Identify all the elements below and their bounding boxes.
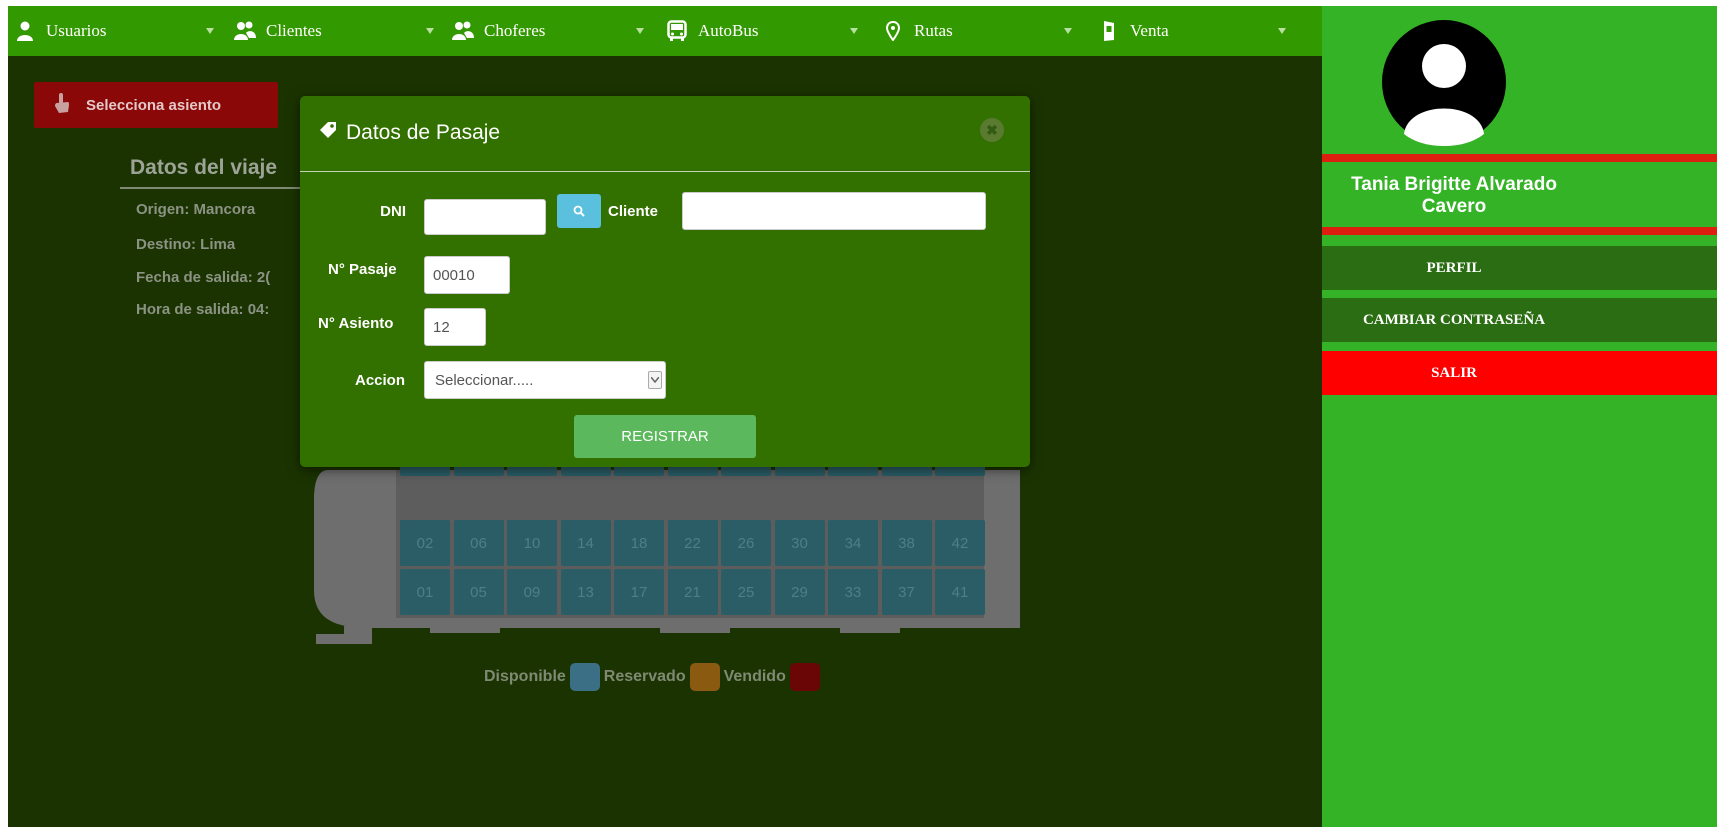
seat-06[interactable]: 06 bbox=[453, 520, 504, 566]
action-select[interactable]: Seleccionar..... bbox=[424, 361, 666, 399]
legend-label-vendido: Vendido bbox=[723, 668, 786, 685]
caret-down-icon[interactable] bbox=[206, 28, 214, 34]
legend-swatch-disponible bbox=[569, 663, 600, 691]
seat-21[interactable]: 21 bbox=[667, 569, 718, 615]
dni-input[interactable] bbox=[424, 199, 546, 235]
select-seat-button[interactable]: Selecciona asiento bbox=[34, 82, 278, 128]
modal-title: Datos de Pasaje bbox=[318, 120, 500, 146]
user-icon bbox=[14, 20, 36, 42]
bus-icon bbox=[666, 20, 688, 42]
nav-label: AutoBus bbox=[698, 21, 759, 40]
seat-09[interactable]: 09 bbox=[507, 569, 557, 615]
action-select-value: Seleccionar..... bbox=[435, 371, 534, 389]
nav-item-choferes[interactable]: Choferes bbox=[452, 6, 545, 56]
nav-item-venta[interactable]: Venta bbox=[1098, 6, 1169, 56]
caret-down-icon[interactable] bbox=[850, 28, 858, 34]
legend-swatch-reservado bbox=[689, 663, 720, 691]
seat-14[interactable]: 14 bbox=[560, 520, 611, 566]
action-label: Accion bbox=[355, 372, 406, 389]
nav-item-autobus[interactable]: AutoBus bbox=[666, 6, 758, 56]
seat-38[interactable]: 38 bbox=[881, 520, 932, 566]
trip-departure-time: Hora de salida: 04: bbox=[136, 301, 270, 318]
ticket-number-label: N° Pasaje bbox=[328, 261, 397, 278]
caret-down-icon[interactable] bbox=[1278, 28, 1286, 34]
close-icon[interactable]: ✖ bbox=[980, 118, 1004, 142]
seat-30[interactable]: 30 bbox=[774, 520, 825, 566]
nav-label: Rutas bbox=[914, 21, 953, 40]
seat-10[interactable]: 10 bbox=[507, 520, 557, 566]
legend-label-reservado: Reservado bbox=[603, 668, 686, 685]
seat-01[interactable]: 01 bbox=[400, 569, 450, 615]
search-button[interactable] bbox=[557, 194, 601, 228]
nav-label: Choferes bbox=[484, 21, 546, 40]
user-name: Tania Brigitte Alvarado Cavero bbox=[1322, 174, 1586, 218]
modal-divider bbox=[300, 171, 1030, 172]
seat-number-input[interactable] bbox=[424, 308, 486, 346]
top-navbar: Usuarios Clientes Choferes AutoBus Rutas… bbox=[8, 6, 1448, 56]
users-icon bbox=[234, 20, 256, 42]
phone-icon bbox=[1098, 20, 1120, 42]
seat-05[interactable]: 05 bbox=[453, 569, 504, 615]
profile-button[interactable]: PERFIL bbox=[1322, 246, 1717, 290]
register-button[interactable]: REGISTRAR bbox=[574, 415, 756, 458]
logout-label: SALIR bbox=[1431, 364, 1477, 381]
seat-22[interactable]: 22 bbox=[667, 520, 718, 566]
user-name-line2: Cavero bbox=[1421, 196, 1487, 217]
seat-37[interactable]: 37 bbox=[881, 569, 932, 615]
dni-label: DNI bbox=[380, 203, 406, 220]
user-name-line1: Tania Brigitte Alvarado bbox=[1351, 174, 1557, 195]
seat-34[interactable]: 34 bbox=[828, 520, 878, 566]
name-divider-bottom bbox=[1322, 227, 1717, 235]
caret-down-icon[interactable] bbox=[1064, 28, 1072, 34]
caret-down-icon[interactable] bbox=[636, 28, 644, 34]
map-marker-icon bbox=[882, 20, 904, 42]
select-seat-label: Selecciona asiento bbox=[86, 96, 222, 114]
change-password-label: CAMBIAR CONTRASEÑA bbox=[1362, 311, 1546, 328]
seat-41[interactable]: 41 bbox=[935, 569, 985, 615]
nav-label: Clientes bbox=[266, 21, 322, 40]
caret-down-icon[interactable] bbox=[426, 28, 434, 34]
seat-42[interactable]: 42 bbox=[935, 520, 985, 566]
ticket-modal: Datos de Pasaje ✖ DNI Cliente N° Pasaje … bbox=[300, 96, 1030, 467]
seat-26[interactable]: 26 bbox=[721, 520, 771, 566]
tag-icon bbox=[318, 120, 338, 146]
client-label: Cliente bbox=[608, 203, 659, 220]
seat-25[interactable]: 25 bbox=[721, 569, 771, 615]
seat-number-label: N° Asiento bbox=[318, 315, 394, 332]
seat-29[interactable]: 29 bbox=[774, 569, 825, 615]
seat-02[interactable]: 02 bbox=[400, 520, 450, 566]
seat-18[interactable]: 18 bbox=[614, 520, 664, 566]
chevron-down-icon bbox=[648, 371, 662, 389]
trip-origin: Origen: Mancora bbox=[136, 201, 256, 218]
seat-13[interactable]: 13 bbox=[560, 569, 611, 615]
seat-33[interactable]: 33 bbox=[828, 569, 878, 615]
name-divider-top bbox=[1322, 154, 1717, 162]
client-input[interactable] bbox=[682, 192, 986, 230]
nav-item-rutas[interactable]: Rutas bbox=[882, 6, 953, 56]
nav-label: Usuarios bbox=[46, 21, 107, 40]
hand-pointer-icon bbox=[54, 92, 70, 118]
nav-label: Venta bbox=[1130, 21, 1169, 40]
change-password-button[interactable]: CAMBIAR CONTRASEÑA bbox=[1322, 298, 1717, 342]
trip-departure-date: Fecha de salida: 2( bbox=[136, 269, 271, 286]
ticket-number-input[interactable] bbox=[424, 256, 510, 294]
logout-button[interactable]: SALIR bbox=[1322, 351, 1717, 395]
avatar bbox=[1382, 20, 1506, 146]
legend-label-disponible: Disponible bbox=[484, 668, 566, 685]
nav-item-usuarios[interactable]: Usuarios bbox=[14, 6, 106, 56]
modal-title-text: Datos de Pasaje bbox=[346, 121, 501, 144]
seat-legend: Disponible Reservado Vendido bbox=[484, 662, 824, 692]
profile-label: PERFIL bbox=[1426, 259, 1482, 276]
seat-17[interactable]: 17 bbox=[614, 569, 664, 615]
nav-item-clientes[interactable]: Clientes bbox=[234, 6, 322, 56]
user-panel: Tania Brigitte Alvarado Cavero PERFIL CA… bbox=[1322, 6, 1717, 827]
trip-title: Datos del viaje bbox=[130, 156, 278, 179]
users-icon bbox=[452, 20, 474, 42]
trip-destination: Destino: Lima bbox=[136, 236, 236, 253]
legend-swatch-vendido bbox=[789, 663, 820, 691]
search-icon bbox=[573, 205, 585, 217]
